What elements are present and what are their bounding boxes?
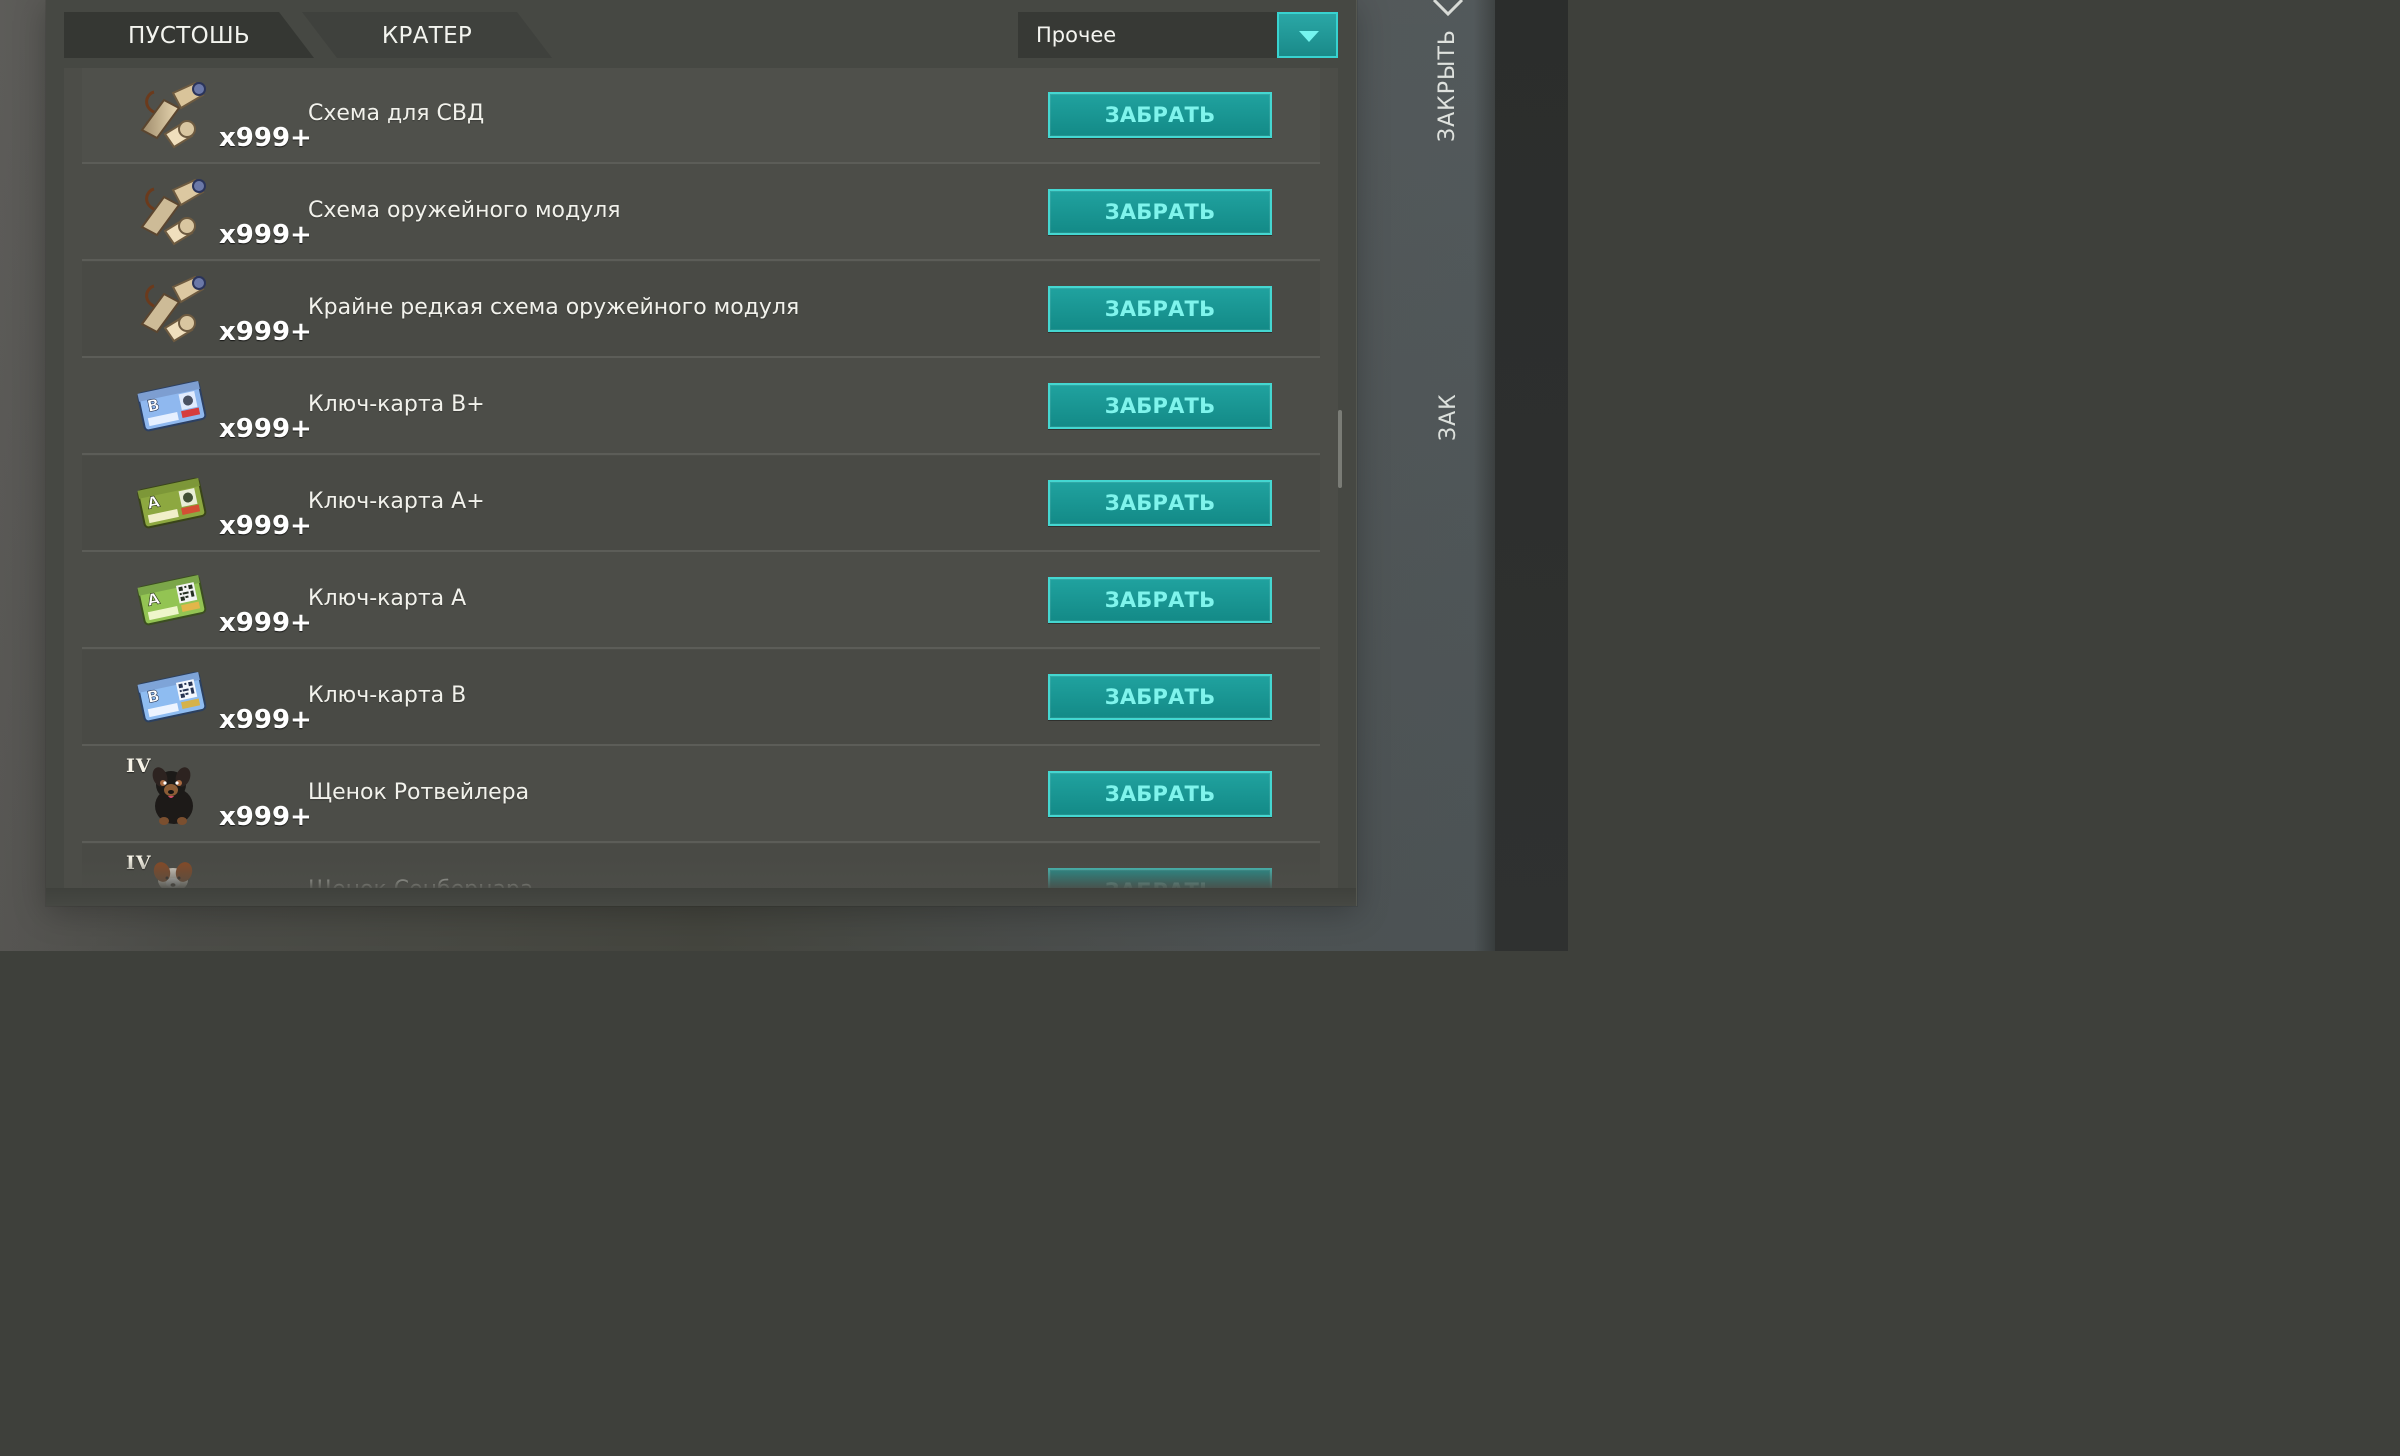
item-quantity: x999+ <box>219 220 312 250</box>
item-name: Схема оружейного модуля <box>308 198 621 223</box>
chevron-down-icon <box>1299 31 1319 42</box>
dialog-shadow <box>46 888 1356 906</box>
claim-button[interactable]: ЗАБРАТЬ <box>1048 868 1272 888</box>
scroll-icon <box>134 175 210 251</box>
list-item: B x999+ Ключ-карта В+ ЗАБРАТЬ <box>82 359 1320 455</box>
tab-crater[interactable]: КРАТЕР <box>302 12 552 58</box>
item-quantity: x999+ <box>219 802 312 832</box>
tab-bar: ПУСТОШЬ КРАТЕР <box>64 12 584 58</box>
claim-button[interactable]: ЗАБРАТЬ <box>1048 480 1272 526</box>
keycard-b-plus-icon: B <box>134 369 210 445</box>
list-item: x999+ Схема оружейного модуля ЗАБРАТЬ <box>82 165 1320 261</box>
item-name: Ключ-карта А <box>308 586 467 611</box>
scroll-icon <box>134 272 210 348</box>
tab-crater-label: КРАТЕР <box>381 23 473 49</box>
list-item: A x999+ Ключ-карта А ЗАБРАТЬ <box>82 553 1320 649</box>
close-icon[interactable] <box>1432 0 1466 22</box>
item-name: Схема для СВД <box>308 101 485 126</box>
claim-button[interactable]: ЗАБРАТЬ <box>1048 189 1272 235</box>
list-item: A x999+ Ключ-карта А+ ЗАБРАТЬ <box>82 456 1320 552</box>
tab-wasteland[interactable]: ПУСТОШЬ <box>64 12 314 58</box>
close-label[interactable]: ЗАКРЫТЬ <box>1435 29 1460 142</box>
claim-button[interactable]: ЗАБРАТЬ <box>1048 674 1272 720</box>
item-quantity: x999+ <box>219 414 312 444</box>
category-dropdown[interactable]: Прочее <box>1018 12 1338 58</box>
list-item: x999+ Крайне редкая схема оружейного мод… <box>82 262 1320 358</box>
claim-button[interactable]: ЗАБРАТЬ <box>1048 286 1272 332</box>
item-name: Крайне редкая схема оружейного модуля <box>308 295 800 320</box>
rottweiler-puppy-icon <box>134 757 210 833</box>
rewards-list[interactable]: x999+ Схема для СВД ЗАБРАТЬ x999+ Схема … <box>64 68 1338 888</box>
dropdown-toggle-button[interactable] <box>1277 12 1338 58</box>
claim-button[interactable]: ЗАБРАТЬ <box>1048 92 1272 138</box>
claim-button[interactable]: ЗАБРАТЬ <box>1048 383 1272 429</box>
item-quantity: x999+ <box>219 317 312 347</box>
claim-button[interactable]: ЗАБРАТЬ <box>1048 577 1272 623</box>
item-name: Щенок Сенбернара <box>308 872 533 888</box>
keycard-a-icon: A <box>134 563 210 639</box>
list-item: B x999+ Ключ-карта В ЗАБРАТЬ <box>82 650 1320 746</box>
keycard-b-icon: B <box>134 660 210 736</box>
game-screen: ПУСТОШЬ КРАТЕР Прочее x999+ Схема для СВ… <box>0 0 1568 951</box>
list-item: IV Щенок Сенбернара ЗАБРАТЬ <box>82 844 1320 888</box>
item-quantity: x999+ <box>219 608 312 638</box>
item-name: Ключ-карта В <box>308 683 467 708</box>
close-label-secondary[interactable]: ЗАК <box>1436 393 1461 441</box>
keycard-a-plus-icon: A <box>134 466 210 542</box>
claim-button[interactable]: ЗАБРАТЬ <box>1048 771 1272 817</box>
list-scrollbar[interactable] <box>1338 410 1342 488</box>
item-name: Ключ-карта В+ <box>308 392 485 417</box>
item-quantity: x999+ <box>219 123 312 153</box>
item-name: Ключ-карта А+ <box>308 489 485 514</box>
list-item: x999+ Схема для СВД ЗАБРАТЬ <box>82 68 1320 164</box>
item-quantity: x999+ <box>219 511 312 541</box>
right-side-panel <box>1495 0 1568 951</box>
item-name: Щенок Ротвейлера <box>308 780 530 805</box>
item-quantity: x999+ <box>219 705 312 735</box>
tab-wasteland-label: ПУСТОШЬ <box>128 23 250 49</box>
saint-bernard-puppy-icon <box>134 854 210 888</box>
scroll-icon <box>134 78 210 154</box>
category-dropdown-value: Прочее <box>1036 23 1117 47</box>
list-item: IV x999+ Щенок Ротвейлера ЗАБРАТЬ <box>82 747 1320 843</box>
